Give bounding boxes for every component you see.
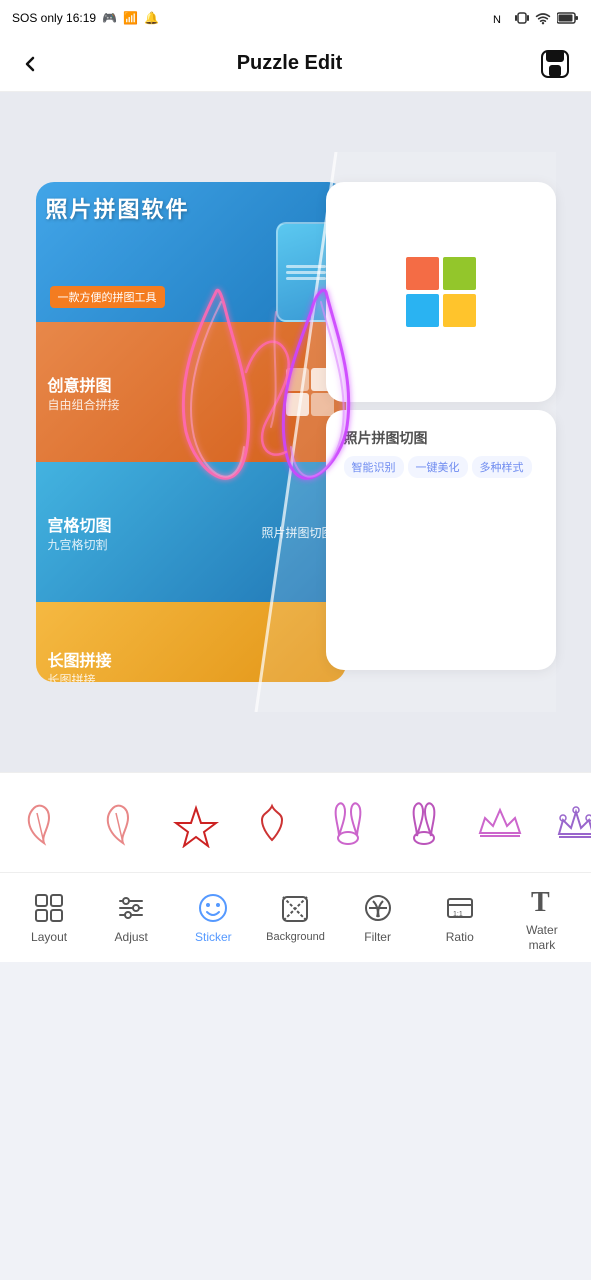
wifi-icon — [535, 11, 551, 25]
canvas-area: 照片拼图软件 一款方便的拼图工具 创意拼图 自由组合拼接 — [0, 92, 591, 772]
watermark-label: Water mark — [526, 923, 558, 952]
watermark-icon: T — [524, 883, 560, 919]
sticker-8[interactable] — [542, 789, 591, 857]
back-button[interactable] — [18, 52, 42, 76]
battery-icon — [557, 11, 579, 25]
layout-label: Layout — [31, 930, 67, 944]
toolbar-filter[interactable]: Filter — [344, 882, 412, 952]
toolbar-adjust[interactable]: Adjust — [97, 882, 165, 952]
sticker-icon — [195, 890, 231, 926]
toolbar-background[interactable]: Background — [261, 883, 329, 952]
status-bar: SOS only 16:19 🎮 📶 🔔 N — [0, 0, 591, 36]
windows-logo — [406, 257, 476, 327]
sticker-3[interactable] — [162, 789, 230, 857]
ratio-icon: 1:1 — [442, 890, 478, 926]
svg-text:N: N — [493, 14, 501, 26]
sticker-6[interactable] — [390, 789, 458, 857]
sticker-7[interactable] — [466, 789, 534, 857]
row-2-orange: 创意拼图 自由组合拼接 — [36, 322, 346, 462]
right-bottom-card: 照片拼图切图 智能识别 一键美化 多种样式 — [326, 410, 556, 670]
background-icon — [277, 891, 313, 927]
adjust-label: Adjust — [115, 930, 148, 944]
background-label: Background — [266, 931, 325, 944]
filter-label: Filter — [364, 930, 391, 944]
right-panel: 照片拼图切图 智能识别 一键美化 多种样式 — [326, 182, 556, 682]
page-title: Puzzle Edit — [237, 52, 343, 75]
sticker-strip — [0, 772, 591, 872]
row-1-blue: 照片拼图软件 一款方便的拼图工具 — [36, 182, 346, 322]
svg-text:T: T — [531, 887, 550, 917]
sticker-1[interactable] — [10, 789, 78, 857]
status-emoji3: 🔔 — [144, 11, 159, 25]
adjust-icon — [113, 890, 149, 926]
status-right: N — [493, 10, 579, 26]
bottom-toolbar: Layout Adjust Sticker — [0, 872, 591, 962]
status-emoji2: 📶 — [123, 11, 138, 25]
toolbar-layout[interactable]: Layout — [15, 882, 83, 952]
row-4-yellow: 长图拼接 长图拼接 — [36, 602, 346, 682]
ratio-label: Ratio — [446, 930, 474, 944]
toolbar-ratio[interactable]: 1:1 Ratio — [426, 882, 494, 952]
vibrate-icon — [515, 11, 529, 25]
status-emoji1: 🎮 — [102, 11, 117, 25]
left-top-text: 照片拼图软件 — [46, 192, 190, 224]
right-top-card — [326, 182, 556, 402]
left-panel: 照片拼图软件 一款方便的拼图工具 创意拼图 自由组合拼接 — [36, 182, 346, 682]
puzzle-preview[interactable]: 照片拼图软件 一款方便的拼图工具 创意拼图 自由组合拼接 — [36, 152, 556, 712]
save-icon-btn[interactable] — [537, 46, 573, 82]
left-top-badge: 一款方便的拼图工具 — [50, 286, 165, 308]
row-3-grid: 宫格切图 九宫格切割 照片拼图切图 — [36, 462, 346, 602]
sticker-4[interactable] — [238, 789, 306, 857]
top-bar: Puzzle Edit — [0, 36, 591, 92]
nfc-icon: N — [493, 10, 509, 26]
filter-icon — [360, 890, 396, 926]
status-sos: SOS only 16:19 — [12, 11, 96, 25]
svg-text:1:1: 1:1 — [453, 911, 463, 918]
sticker-2[interactable] — [86, 789, 154, 857]
status-left: SOS only 16:19 🎮 📶 🔔 — [12, 11, 159, 25]
layout-icon — [31, 890, 67, 926]
toolbar-sticker[interactable]: Sticker — [179, 882, 247, 952]
sticker-5[interactable] — [314, 789, 382, 857]
toolbar-watermark[interactable]: T Water mark — [508, 875, 576, 960]
sticker-label: Sticker — [195, 930, 232, 944]
